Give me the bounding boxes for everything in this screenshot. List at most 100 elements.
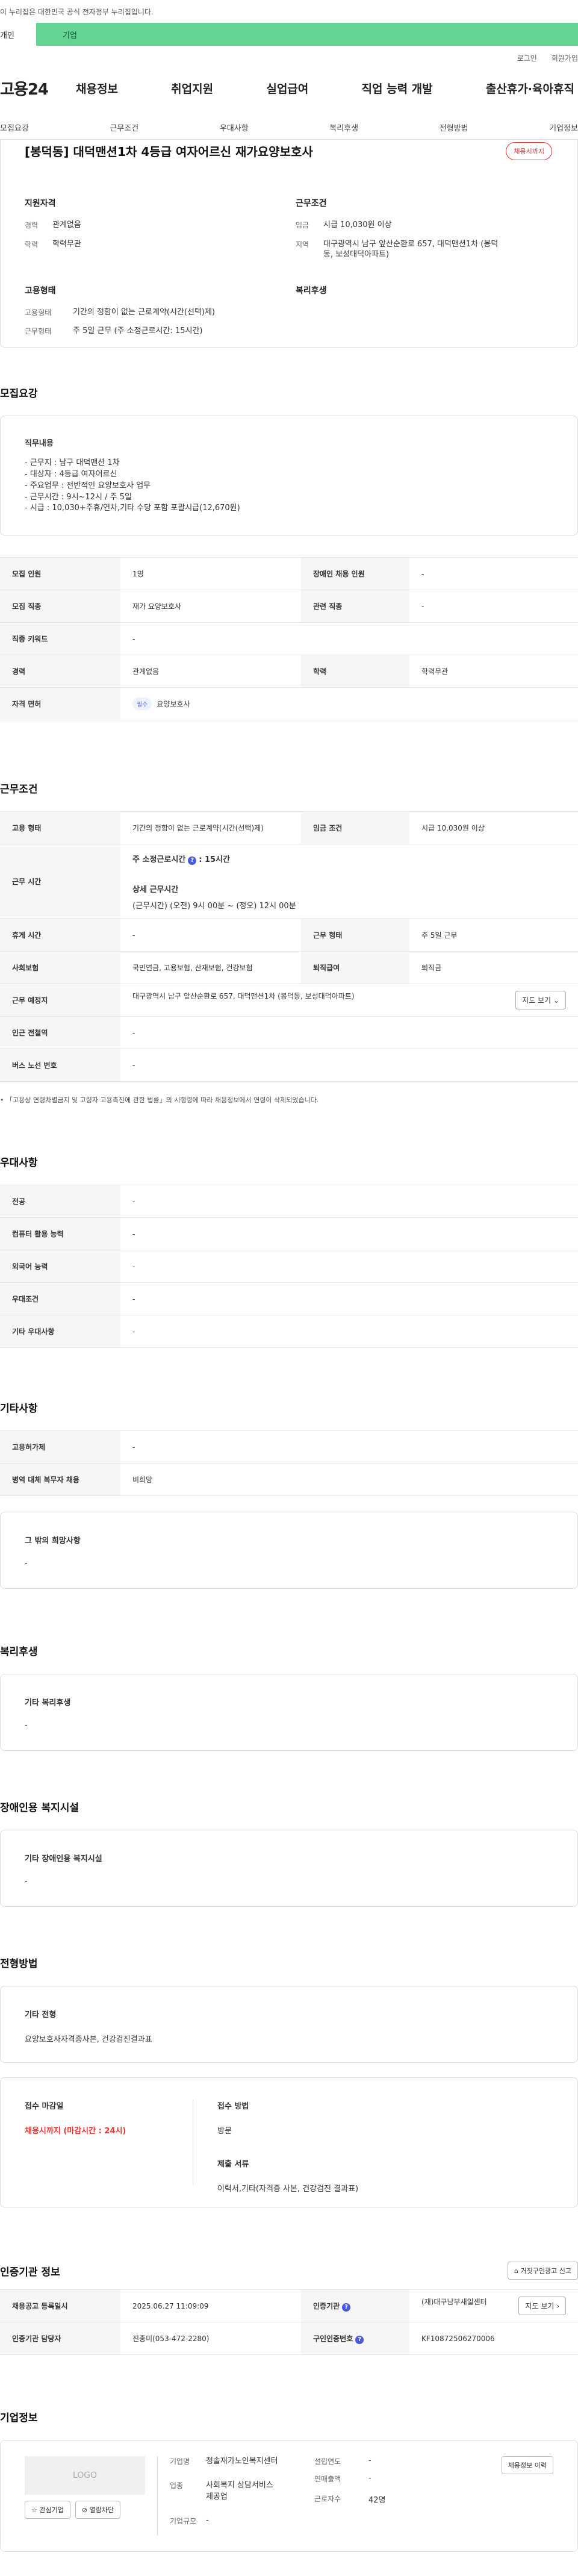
table-row: 고용허가제 - [0, 1430, 578, 1464]
summary-key: 임금 [296, 221, 309, 229]
info-icon[interactable]: ? [342, 2303, 351, 2312]
summary-row: 지역 대구광역시 남구 앞산순환로 657, 대덕맨션1차 (봉덕동, 보성대덕아… [296, 239, 567, 260]
login-link[interactable]: 로그인 [517, 53, 537, 63]
table-row: 모집 인원 1명 장애인 채용 인원 - [0, 557, 578, 591]
section-tab-process[interactable]: 전형방법 [440, 122, 468, 133]
menu-vocational-training[interactable]: 직업 능력 개발 [358, 80, 437, 96]
menu-jobs[interactable]: 채용정보 [72, 80, 122, 96]
welfare-box-heading: 기타 복리후생 [25, 1698, 71, 1708]
menu-parental-leave[interactable]: 출산휴가·육아휴직 [482, 80, 578, 96]
table-row: 병역 대체 복무자 채용 비희망 [0, 1463, 578, 1497]
table-header-cell: 인증기관 담당자 [0, 2322, 120, 2356]
deadline-heading: 접수 마감일 [25, 2102, 64, 2112]
company-logo: LOGO [25, 2456, 145, 2495]
table-cell: - [120, 1185, 578, 1218]
sales-label: 연매출액 [314, 2475, 341, 2484]
tab-company[interactable]: 기업 [36, 23, 578, 46]
deadline-badge: 채용시까지 [506, 142, 552, 160]
docs-heading: 제출 서류 [217, 2160, 249, 2169]
other-wishes-value: - [25, 1559, 28, 1568]
map-view-button[interactable]: 지도 보기 ⌄ [515, 991, 566, 1010]
hiring-history-button[interactable]: 채용정보 이력 [501, 2456, 553, 2475]
favorite-company-button[interactable]: ☆ 관심기업 [25, 2501, 70, 2519]
utility-bar: 로그인 회원가입 [0, 46, 578, 70]
weekly-hours-label: 주 소정근로시간 [132, 855, 186, 864]
table-header-cell: 채용공고 등록일시 [0, 2289, 120, 2323]
section-tab-welfare[interactable]: 복리후생 [329, 122, 358, 133]
table-row: 휴게 시간 - 근무 형태 주 5일 근무 [0, 918, 578, 952]
table-header-cell: 근무 형태 [301, 918, 409, 952]
disabled-box-heading: 기타 장애인용 복지시설 [25, 1854, 102, 1864]
age-notice: • 「고용상 연령차별금지 및 고령자 고용촉진에 관한 법률」의 시행령에 따… [0, 1082, 578, 1105]
report-button[interactable]: ⌂ 거짓구인광고 신고 [508, 2262, 578, 2280]
table-header-cell: 인근 전철역 [0, 1016, 120, 1050]
site-logo[interactable]: 고용24 [0, 77, 72, 99]
deadline-col: 접수 마감일 채용시까지 (마감시간 : 24시) [25, 2100, 193, 2186]
table-row: 고용 형태 기간의 정함이 없는 근로계약(시간(선택)제) 임금 조건 시급 … [0, 811, 578, 845]
block-icon: ⊘ [81, 2506, 90, 2515]
table-cell: 주 소정근로시간?: 15시간 상세 근무시간 (근무시간) (오전) 9시 0… [120, 844, 578, 920]
section-title-work: 근무조건 [0, 784, 38, 796]
duty-heading: 직무내용 [25, 439, 54, 448]
report-label: 거짓구인광고 신고 [520, 2267, 571, 2275]
menu-employment-support[interactable]: 취업지원 [167, 80, 217, 96]
etc-table: 고용허가제 - 병역 대체 복무자 채용 비희망 [0, 1430, 578, 1497]
bullet-icon: • [0, 1096, 6, 1105]
section-title-company: 기업정보 [0, 2412, 38, 2425]
hours-detail-value: (근무시간) (오전) 9시 00분 ~ (정오) 12시 00분 [132, 901, 296, 911]
agency-map-button[interactable]: 지도 보기 › [518, 2297, 566, 2316]
block-label: 열람차단 [89, 2506, 114, 2515]
summary-row: 근무형태 주 5일 근무 (주 소정근로시간: 15시간) [25, 326, 296, 337]
table-cell: 재가 요양보호사 [120, 590, 301, 623]
table-cell: - [120, 1315, 578, 1349]
table-row: 모집 직종 재가 요양보호사 관련 직종 - [0, 590, 578, 623]
table-cell: 2025.06.27 11:09:09 [120, 2289, 301, 2323]
employees-label: 근로자수 [314, 2495, 341, 2504]
other-wishes-box: 그 밖의 희망사항 - [0, 1512, 578, 1589]
summary-key: 경력 [25, 221, 39, 229]
block-view-button[interactable]: ⊘ 열람차단 [75, 2501, 121, 2519]
info-icon[interactable]: ? [355, 2335, 364, 2344]
method-col: 접수 방법 방문 제출 서류 이력서,기타(자격증 사본, 건강검진 결과표) [193, 2100, 358, 2194]
work-table: 고용 형태 기간의 정함이 없는 근로계약(시간(선택)제) 임금 조건 시급 … [0, 811, 578, 1082]
table-header-cell: 우대조건 [0, 1282, 120, 1316]
company-name-label: 기업명 [170, 2457, 190, 2466]
table-cell: 대구광역시 남구 앞산순환로 657, 대덕맨션1차 (봉덕동, 보성대덕아파트… [120, 984, 578, 1017]
welfare-box: 기타 복리후생 - [0, 1674, 578, 1751]
summary-value: 주 5일 근무 (주 소정근로시간: 15시간) [73, 326, 203, 336]
hours-detail-heading: 상세 근무시간 [132, 885, 179, 894]
weekly-hours-value: : 15시간 [199, 855, 230, 864]
method-heading: 접수 방법 [217, 2102, 249, 2112]
employment-type-summary: 고용형태 고용형태 기간의 정함이 없는 근로계약(시간(선택)제) 근무형태 주 … [25, 284, 296, 345]
qualification-summary: 지원자격 경력 관계없음 학력 학력무관 [25, 197, 296, 269]
table-cell: - [409, 590, 578, 623]
tab-personal[interactable]: 개인 [0, 23, 36, 46]
industry-label: 업종 [170, 2481, 184, 2490]
section-tab-company[interactable]: 기업정보 [549, 122, 578, 133]
table-header-cell: 고용허가제 [0, 1430, 120, 1464]
section-tab-work[interactable]: 근무조건 [110, 122, 138, 133]
agency-map-label: 지도 보기 [525, 2302, 555, 2311]
table-cell: - [120, 1430, 578, 1464]
section-title-agency: 인증기관 정보 [0, 2266, 60, 2278]
condition-summary: 근무조건 임금 시급 10,030원 이상 지역 대구광역시 남구 앞산순환로 65… [296, 197, 567, 269]
section-tab-recruit[interactable]: 모집요강 [0, 122, 29, 133]
table-row: 인근 전철역 - [0, 1016, 578, 1050]
table-row: 근무 시간 주 소정근로시간?: 15시간 상세 근무시간 (근무시간) (오전… [0, 844, 578, 920]
cert-label: 구인인증번호 [313, 2334, 353, 2343]
join-link[interactable]: 회원가입 [552, 53, 578, 63]
table-cell: - [120, 918, 301, 952]
section-tab-pref[interactable]: 우대사항 [220, 122, 249, 133]
menu-unemployment-benefits[interactable]: 실업급여 [263, 80, 312, 96]
table-header-cell: 외국어 능력 [0, 1250, 120, 1283]
table-header-cell: 휴게 시간 [0, 918, 120, 952]
org-value: (재)대구남부새일센터 [421, 2298, 487, 2307]
age-notice-text: 「고용상 연령차별금지 및 고령자 고용촉진에 관한 법률」의 시행령에 따라 … [6, 1096, 319, 1105]
summary-row: 학력 학력무관 [25, 239, 296, 250]
table-cell: - [120, 1282, 578, 1316]
info-icon[interactable]: ? [188, 856, 197, 865]
other-wishes-heading: 그 밖의 희망사항 [25, 1536, 81, 1546]
table-header-cell: 기타 우대사항 [0, 1315, 120, 1349]
process-box: 기타 전형 요양보호사자격증사본, 건강검진결과표 [0, 1986, 578, 2063]
table-header-cell: 근무 예정지 [0, 984, 120, 1017]
